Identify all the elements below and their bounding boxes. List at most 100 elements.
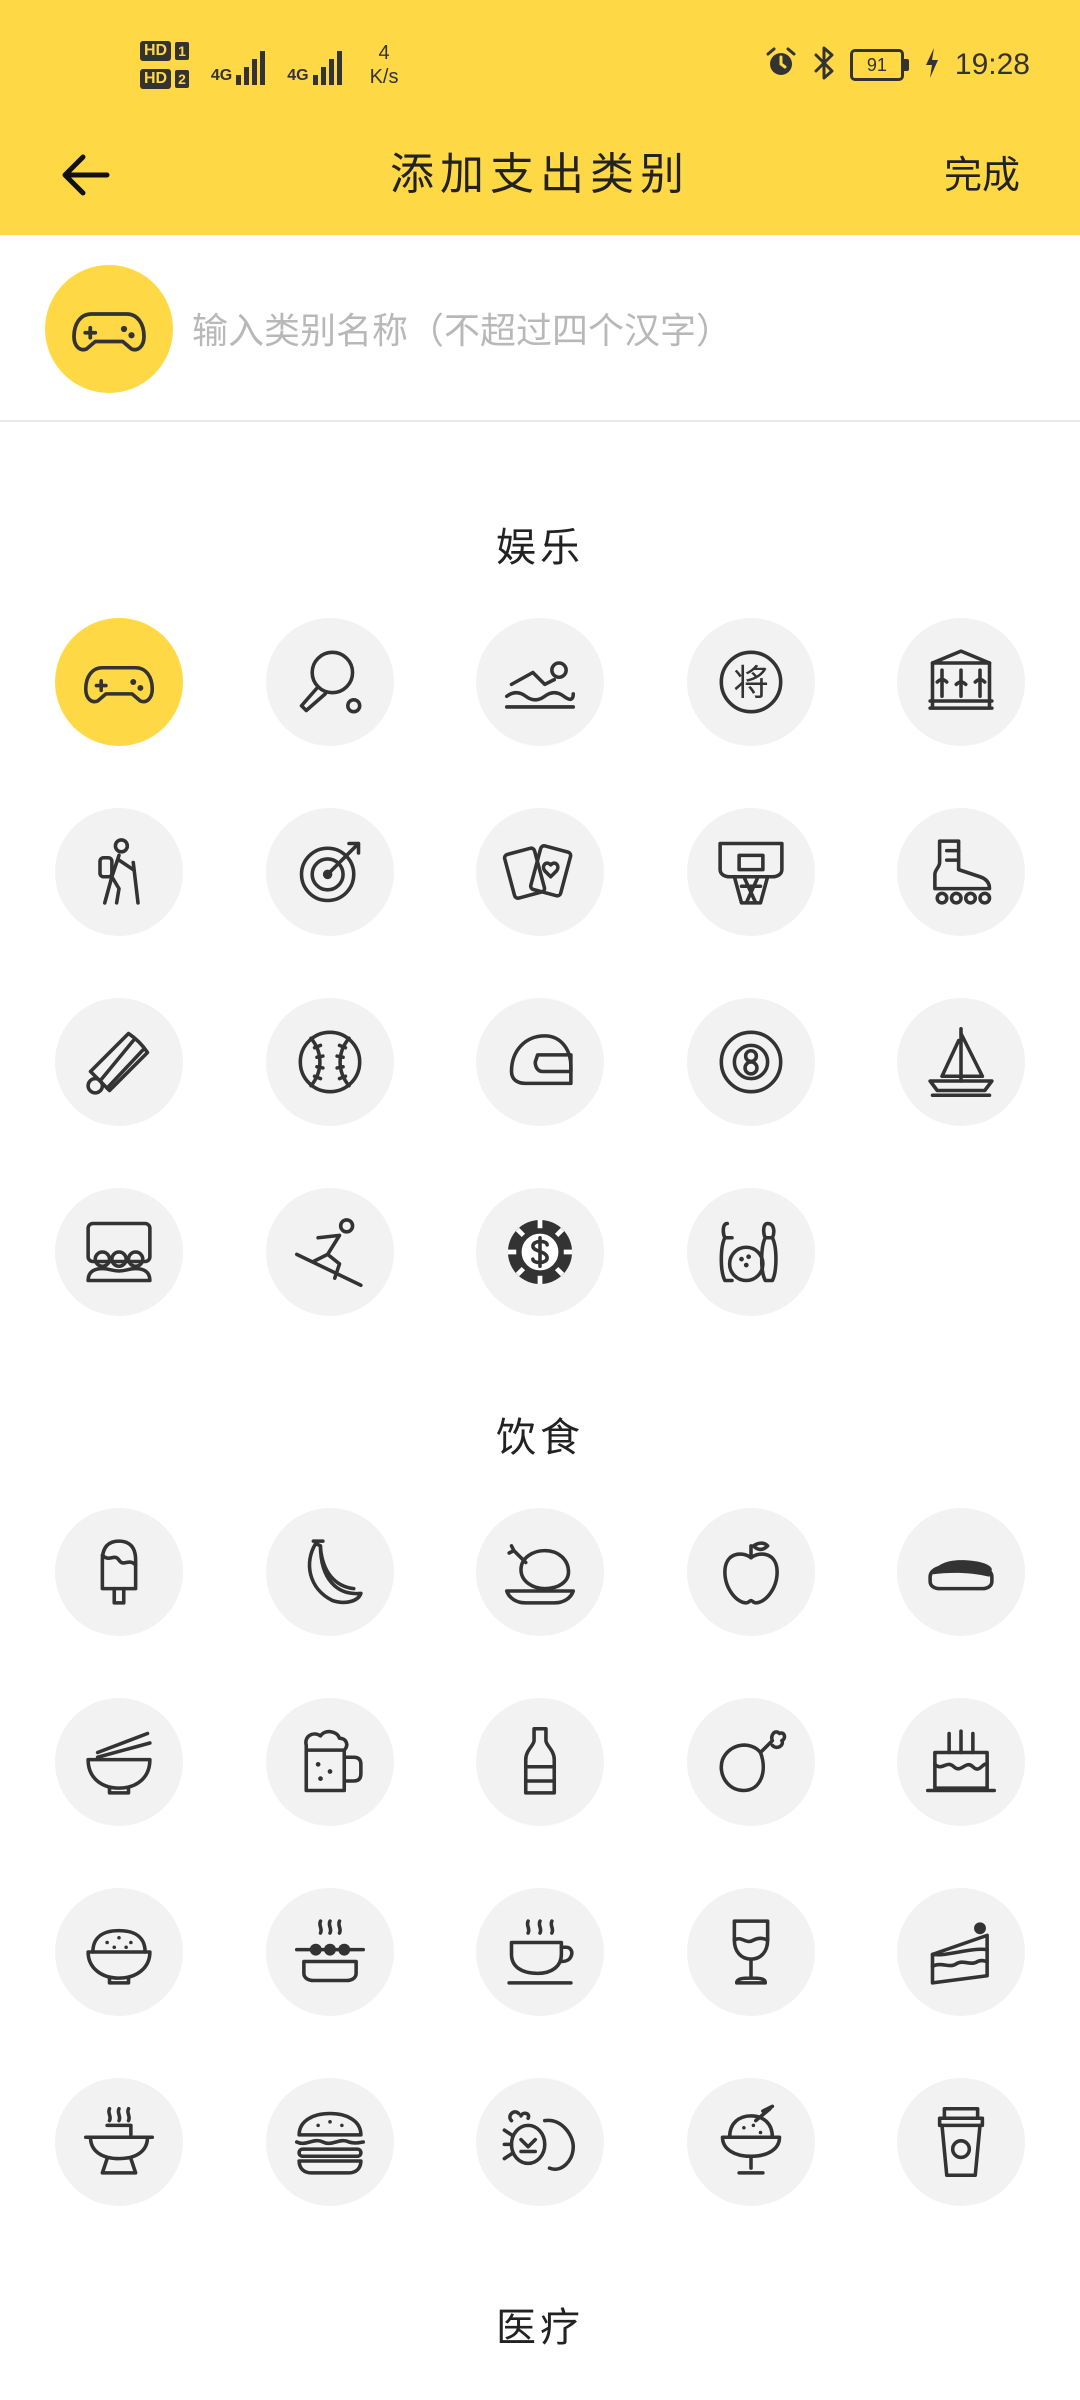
- gamepad-icon: [72, 312, 146, 352]
- skewer-icon: [294, 1919, 366, 1983]
- cinema-icon: [86, 1221, 152, 1283]
- category-noodles[interactable]: [55, 1698, 183, 1826]
- status-bar: HD 1 HD 2 4G 4G 4 K/s 91 19:28: [0, 0, 1080, 125]
- roast-chicken-icon: [504, 1544, 576, 1605]
- wine-glass-icon: [732, 1919, 770, 1985]
- charging-icon: [923, 46, 941, 84]
- section-title-entertainment: 娱乐: [496, 525, 584, 571]
- cake-slice-icon: [930, 1922, 989, 1985]
- hamburger-icon: [294, 2111, 366, 2175]
- category-skiing[interactable]: [266, 1188, 394, 1316]
- category-helmet[interactable]: [476, 998, 604, 1126]
- category-roast-chicken[interactable]: [476, 1508, 604, 1636]
- category-drumstick[interactable]: [687, 1698, 815, 1826]
- sim-slot: 2: [175, 70, 189, 88]
- bluetooth-icon: [812, 45, 836, 85]
- sushi-icon: [928, 1560, 994, 1591]
- category-wine[interactable]: [687, 1888, 815, 2016]
- category-drink[interactable]: [476, 1698, 604, 1826]
- takeaway-cup-icon: [937, 2106, 985, 2178]
- category-sailing[interactable]: [897, 998, 1025, 1126]
- category-carousel[interactable]: [897, 618, 1025, 746]
- sim1-indicator: HD 1: [140, 41, 189, 61]
- network-type: 4G: [287, 67, 309, 84]
- category-swimming[interactable]: [476, 618, 604, 746]
- category-cards[interactable]: [476, 808, 604, 936]
- shuttlecock-icon: [86, 1031, 150, 1095]
- category-rice[interactable]: [55, 1888, 183, 2016]
- speed-value: 4: [378, 42, 390, 64]
- roller-skate-icon: [933, 839, 992, 905]
- status-right: 91 19:28: [764, 40, 1030, 90]
- coffee-cup-icon: [507, 1919, 574, 1985]
- category-coffee[interactable]: [476, 1888, 604, 2016]
- speed-unit: K/s: [369, 66, 399, 88]
- drumstick-icon: [719, 1730, 787, 1793]
- category-chess[interactable]: 将: [687, 618, 815, 746]
- signal-bars-icon: [312, 45, 342, 85]
- category-ice-cream[interactable]: [687, 2078, 815, 2206]
- selected-icon-preview: [45, 265, 173, 393]
- bowling-icon: [719, 1221, 778, 1283]
- category-beer[interactable]: [266, 1698, 394, 1826]
- battery-level: 91: [849, 49, 904, 81]
- category-bowling[interactable]: [687, 1188, 815, 1316]
- network-speed: 4 K/s: [370, 41, 399, 89]
- category-takeaway-drink[interactable]: [897, 2078, 1025, 2206]
- noodle-bowl-icon: [86, 1731, 152, 1795]
- hiking-icon: [98, 838, 140, 905]
- category-seafood[interactable]: [476, 2078, 604, 2206]
- category-gamepad[interactable]: [55, 618, 183, 746]
- bottle-icon: [523, 1726, 557, 1795]
- alarm-icon: [764, 46, 798, 84]
- beer-mug-icon: [304, 1729, 363, 1793]
- category-billiards[interactable]: [687, 998, 815, 1126]
- apple-icon: [723, 1541, 779, 1605]
- category-hot-pot[interactable]: [55, 2078, 183, 2206]
- rice-bowl-icon: [86, 1928, 152, 1985]
- ice-cream-sundae-icon: [720, 2104, 782, 2175]
- baseball-icon: [298, 1030, 362, 1094]
- category-sushi[interactable]: [897, 1508, 1025, 1636]
- category-apple[interactable]: [687, 1508, 815, 1636]
- signal-2: 4G: [287, 45, 342, 85]
- category-gambling[interactable]: [476, 1188, 604, 1316]
- category-cake-slice[interactable]: [897, 1888, 1025, 2016]
- gamepad-icon: [83, 665, 155, 704]
- category-target[interactable]: [266, 808, 394, 936]
- category-cake[interactable]: [897, 1698, 1025, 1826]
- chess-piece-icon: 将: [719, 650, 783, 714]
- hd-badge: HD: [140, 41, 172, 61]
- category-name-input[interactable]: [190, 295, 1034, 367]
- birthday-cake-icon: [925, 1729, 997, 1793]
- category-skewer[interactable]: [266, 1888, 394, 2016]
- banana-icon: [307, 1539, 363, 1605]
- status-left: HD 1 HD 2 4G 4G 4 K/s: [140, 30, 399, 100]
- target-icon: [299, 841, 361, 903]
- hot-pot-icon: [83, 2106, 155, 2175]
- signal-1: 4G: [211, 45, 266, 85]
- category-burger[interactable]: [266, 2078, 394, 2206]
- skiing-icon: [294, 1218, 363, 1288]
- basketball-hoop-icon: [718, 841, 784, 905]
- sim-slot: 1: [175, 42, 189, 60]
- category-cinema[interactable]: [55, 1188, 183, 1316]
- category-hiking[interactable]: [55, 808, 183, 936]
- ping-pong-icon: [299, 650, 362, 714]
- page-title: 添加支出类别: [390, 149, 690, 200]
- category-baseball[interactable]: [266, 998, 394, 1126]
- popsicle-icon: [100, 1539, 138, 1605]
- sim-indicators: HD 1 HD 2: [140, 41, 189, 89]
- category-popsicle[interactable]: [55, 1508, 183, 1636]
- section-title-food: 饮食: [496, 1415, 584, 1461]
- poker-chip-icon: [507, 1219, 573, 1285]
- helmet-icon: [509, 1034, 573, 1086]
- category-roller-skate[interactable]: [897, 808, 1025, 936]
- category-badminton[interactable]: [55, 998, 183, 1126]
- category-ping-pong[interactable]: [266, 618, 394, 746]
- done-button[interactable]: 完成: [944, 145, 1020, 205]
- category-basketball[interactable]: [687, 808, 815, 936]
- hd-badge: HD: [140, 69, 172, 89]
- category-banana[interactable]: [266, 1508, 394, 1636]
- category-input-row: [0, 235, 1080, 422]
